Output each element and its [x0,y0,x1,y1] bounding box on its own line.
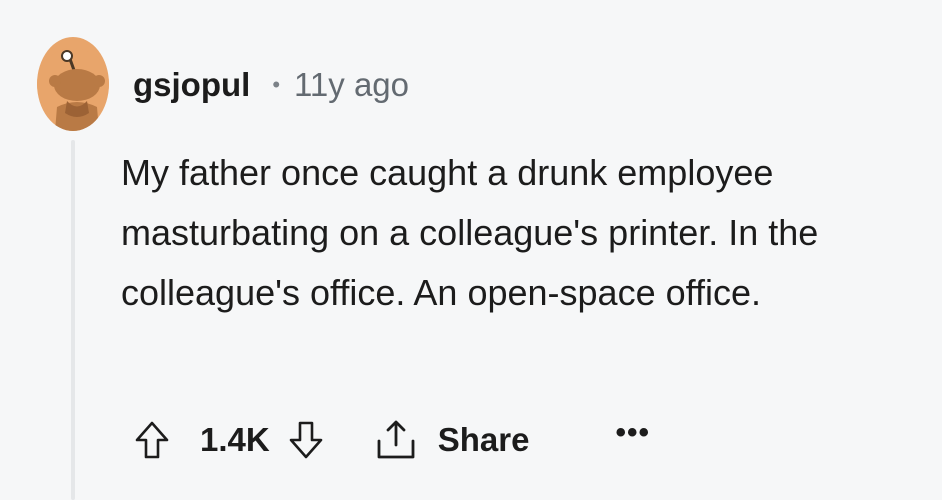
comment-body: My father once caught a drunk employee m… [121,152,819,313]
vote-score: 1.4K [200,421,270,458]
comment-header: gsjopul • 11y ago [133,62,409,108]
downvote-button[interactable] [286,418,326,462]
share-label: Share [437,421,530,458]
snoo-avatar-icon [37,48,109,131]
share-icon [377,420,415,459]
more-options-button[interactable]: ••• [615,418,650,462]
action-bar: 1.4K Share ••• [132,412,650,468]
arrow-down-icon [289,421,323,459]
thread-line[interactable] [71,140,75,500]
separator-dot: • [272,72,281,97]
upvote-button[interactable] [132,418,172,462]
arrow-up-icon [135,421,169,459]
timestamp[interactable]: 11y ago [294,66,409,104]
avatar[interactable] [37,37,109,131]
username[interactable]: gsjopul [133,66,250,104]
share-button[interactable]: Share [374,419,530,461]
comment: gsjopul • 11y ago My father once caught … [0,0,942,500]
